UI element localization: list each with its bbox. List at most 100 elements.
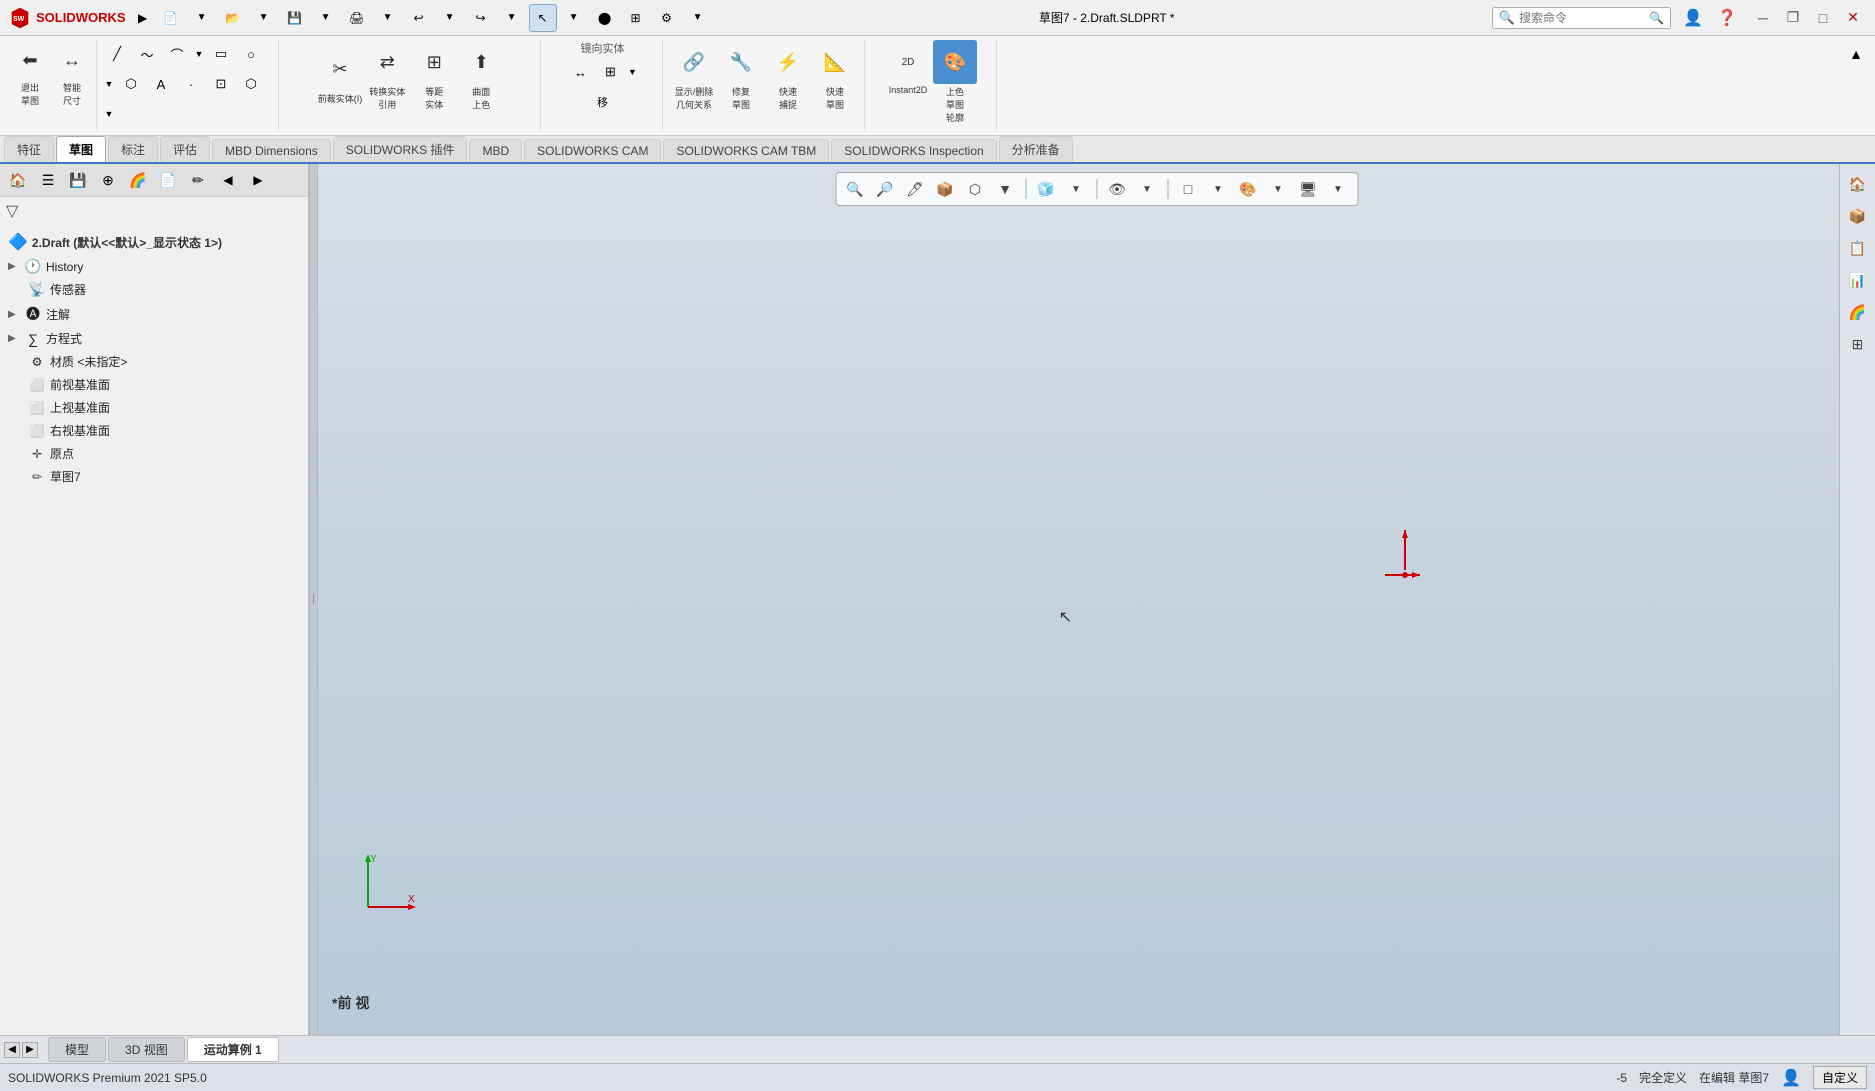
rs-home-btn[interactable]: 🏠 [1844, 170, 1872, 198]
vp-screen-btn[interactable]: 🖥 [1295, 176, 1321, 202]
search-input[interactable] [1519, 11, 1649, 25]
customize-button[interactable]: 自定义 [1813, 1066, 1867, 1089]
open-dropdown[interactable]: ▼ [250, 4, 278, 32]
panel-prev-btn[interactable]: ◀ [214, 166, 242, 194]
rectangle-button[interactable]: ▭ [207, 40, 235, 68]
tab-sw-cam-tbm[interactable]: SOLIDWORKS CAM TBM [663, 139, 829, 162]
undo-dropdown[interactable]: ▼ [436, 4, 464, 32]
print-button[interactable]: 🖨 [343, 4, 371, 32]
user-button[interactable]: 👤 [1679, 4, 1707, 32]
tree-item-annotation[interactable]: ▶ 🅐 注解 [4, 301, 304, 327]
tab-analysis[interactable]: 分析准备 [999, 136, 1073, 162]
tree-item-top-plane[interactable]: ▶ ⬜ 上视基准面 [4, 396, 304, 419]
settings-dropdown[interactable]: ▼ [684, 4, 712, 32]
vp-display-dropdown[interactable]: ▼ [992, 176, 1018, 202]
scroll-right-btn[interactable]: ▶ [22, 1042, 38, 1058]
tab-annotation[interactable]: 标注 [108, 136, 158, 162]
settings-button[interactable]: ⚙ [653, 4, 681, 32]
fast-sketch-button[interactable]: 📐 [813, 40, 857, 84]
tab-sw-cam[interactable]: SOLIDWORKS CAM [524, 139, 661, 162]
maximize-button[interactable]: □ [1809, 4, 1837, 32]
btm-tab-model[interactable]: 模型 [48, 1037, 106, 1062]
toggle-button[interactable]: ⬤ [591, 4, 619, 32]
vp-hide-show-btn[interactable]: 👁 [1104, 176, 1130, 202]
point-button[interactable]: · [177, 70, 205, 98]
tree-item-right-plane[interactable]: ▶ ⬜ 右视基准面 [4, 419, 304, 442]
linear-array-button[interactable]: ⊞ [597, 58, 625, 86]
scroll-left-btn[interactable]: ◀ [4, 1042, 20, 1058]
panel-color-btn[interactable]: 🌈 [124, 166, 152, 194]
run-button[interactable]: ▶ [132, 7, 154, 29]
redo-dropdown[interactable]: ▼ [498, 4, 526, 32]
vp-appear-dropdown[interactable]: ▼ [1205, 176, 1231, 202]
save-dropdown[interactable]: ▼ [312, 4, 340, 32]
rs-doc-btn[interactable]: 📋 [1844, 234, 1872, 262]
array-dropdown[interactable]: ▼ [627, 58, 639, 86]
save-button[interactable]: 💾 [281, 4, 309, 32]
tab-sw-inspection[interactable]: SOLIDWORKS Inspection [831, 139, 996, 162]
new-dropdown[interactable]: ▼ [188, 4, 216, 32]
open-button[interactable]: 📂 [219, 4, 247, 32]
vp-zoom-area-btn[interactable]: 🔎 [872, 176, 898, 202]
new-button[interactable]: 📄 [157, 4, 185, 32]
undo-button[interactable]: ↩ [405, 4, 433, 32]
vp-dynamic-section-btn[interactable]: ⬡ [962, 176, 988, 202]
offset-button[interactable]: ⊞ [412, 40, 456, 84]
btm-tab-motion[interactable]: 运动算例 1 [187, 1037, 279, 1062]
arc-button[interactable]: ⌒ [163, 40, 191, 68]
text-button[interactable]: A [147, 70, 175, 98]
vp-appear-btn[interactable]: □ [1175, 176, 1201, 202]
mirror-hor-button[interactable]: ↔ [567, 58, 595, 86]
vp-view-orient-btn[interactable]: 🧊 [1033, 176, 1059, 202]
vp-view-orient-dropdown[interactable]: ▼ [1063, 176, 1089, 202]
close-button[interactable]: ✕ [1839, 4, 1867, 32]
redo-button[interactable]: ↪ [467, 4, 495, 32]
hex-button[interactable]: ⬡ [237, 70, 265, 98]
panel-next-btn[interactable]: ▶ [244, 166, 272, 194]
rs-3d-btn[interactable]: 📦 [1844, 202, 1872, 230]
tree-item-material[interactable]: ▶ ⚙ 材质 <未指定> [4, 350, 304, 373]
tree-item-history[interactable]: ▶ 🕐 History [4, 255, 304, 278]
construction-button[interactable]: ⊡ [207, 70, 235, 98]
tab-mbd[interactable]: MBD [469, 139, 522, 162]
minimize-button[interactable]: ─ [1749, 4, 1777, 32]
grid-button[interactable]: ⊞ [622, 4, 650, 32]
tab-evaluate[interactable]: 评估 [160, 136, 210, 162]
print-dropdown[interactable]: ▼ [374, 4, 402, 32]
tree-item-sketch7[interactable]: ▶ ✏ 草图7 [4, 465, 304, 488]
slot-dropdown[interactable]: ▼ [103, 100, 115, 128]
exit-sketch-button[interactable]: ⬅ [10, 40, 50, 80]
restore-button[interactable]: ❐ [1779, 4, 1807, 32]
toolbar-collapse[interactable]: ▲ [1843, 44, 1869, 64]
tab-features[interactable]: 特征 [4, 136, 54, 162]
viewport[interactable]: 🔍 🔎 🖊 📦 ⬡ ▼ 🧊 ▼ 👁 ▼ □ ▼ 🎨 ▼ 🖥 ▼ [318, 164, 1875, 1035]
vp-render-btn[interactable]: 🎨 [1235, 176, 1261, 202]
circle-button[interactable]: ○ [237, 40, 265, 68]
vp-hide-dropdown[interactable]: ▼ [1134, 176, 1160, 202]
vp-screen-dropdown[interactable]: ▼ [1325, 176, 1351, 202]
tree-item-front-plane[interactable]: ▶ ⬜ 前视基准面 [4, 373, 304, 396]
rs-color-btn[interactable]: 🌈 [1844, 298, 1872, 326]
crop-button[interactable]: ✂ [318, 47, 362, 91]
tree-item-sensor[interactable]: ▶ 📡 传感器 [4, 278, 304, 301]
line-button[interactable]: ╱ [103, 40, 131, 68]
select-button[interactable]: ↖ [529, 4, 557, 32]
panel-add-relation-btn[interactable]: ⊕ [94, 166, 122, 194]
select-dropdown[interactable]: ▼ [560, 4, 588, 32]
search-submit[interactable]: 🔍 [1649, 11, 1664, 25]
arc-dropdown[interactable]: ▼ [193, 40, 205, 68]
help-button[interactable]: ❓ [1713, 4, 1741, 32]
surface-up-button[interactable]: ⬆ [459, 40, 503, 84]
move-button[interactable]: 移 [589, 88, 617, 116]
polygon-button[interactable]: ⬡ [117, 70, 145, 98]
panel-list-btn[interactable]: ☰ [34, 166, 62, 194]
smart-dim-button[interactable]: ↔ [52, 40, 92, 80]
vp-section-btn[interactable]: 📦 [932, 176, 958, 202]
convert-button[interactable]: ⇄ [365, 40, 409, 84]
instant2d-button[interactable]: 2D [886, 40, 930, 84]
panel-save-btn[interactable]: 💾 [64, 166, 92, 194]
tree-item-equations[interactable]: ▶ ∑ 方程式 [4, 327, 304, 350]
panel-home-btn[interactable]: 🏠 [4, 166, 32, 194]
vp-3d-view-btn[interactable]: 🖊 [902, 176, 928, 202]
display-relations-button[interactable]: 🔗 [672, 40, 716, 84]
